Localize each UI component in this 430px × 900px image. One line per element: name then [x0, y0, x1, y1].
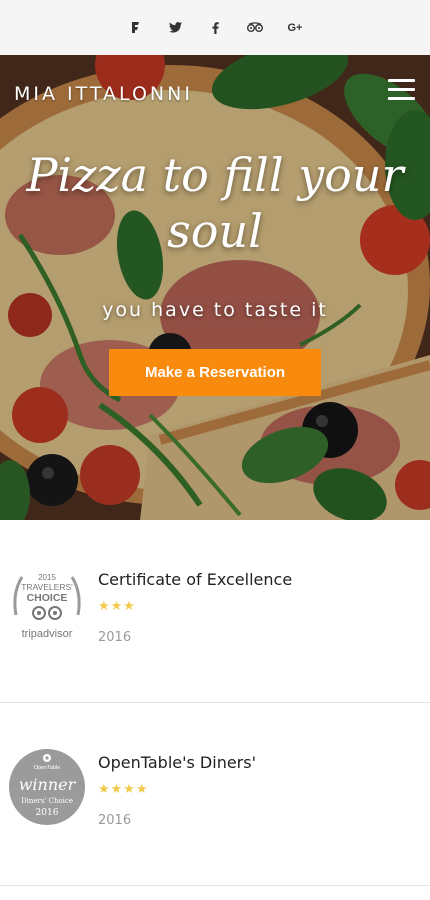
- svg-text:CHOICE: CHOICE: [27, 592, 68, 604]
- award-year: 2016: [98, 813, 132, 828]
- svg-text:Diners' Choice: Diners' Choice: [21, 797, 73, 805]
- facebook-icon[interactable]: [206, 19, 224, 37]
- tripadvisor-icon[interactable]: [246, 19, 264, 37]
- hero-subline: you have to taste it: [102, 299, 328, 321]
- star-rating: ★★★: [98, 598, 136, 613]
- svg-text:tripadvisor: tripadvisor: [22, 628, 73, 640]
- award-item-opentable: OpenTable winner Diners' Choice 2016 Ope…: [0, 703, 430, 886]
- foursquare-icon[interactable]: [126, 19, 144, 37]
- hamburger-menu-icon[interactable]: [388, 79, 415, 101]
- tripadvisor-travelers-choice-badge: 2015 TRAVELERS' CHOICE tripadvisor: [13, 573, 81, 640]
- twitter-icon[interactable]: [166, 19, 184, 37]
- award-title: OpenTable's Diners': [98, 753, 256, 772]
- hero-overlay: [0, 55, 430, 520]
- svg-text:OpenTable: OpenTable: [34, 765, 61, 771]
- social-bar: G+: [0, 0, 430, 56]
- svg-text:2015: 2015: [38, 573, 56, 582]
- hero-section: MIA ITTALONNI Pizza to fill your soul yo…: [0, 55, 430, 520]
- hero-headline: Pizza to fill your soul: [26, 148, 404, 258]
- svg-text:2016: 2016: [36, 808, 59, 818]
- award-title: Certificate of Excellence: [98, 570, 293, 589]
- make-reservation-button[interactable]: Make a Reservation: [109, 349, 321, 396]
- opentable-winner-badge: OpenTable winner Diners' Choice 2016: [9, 749, 85, 825]
- svg-text:winner: winner: [19, 775, 77, 794]
- brand-logo[interactable]: MIA ITTALONNI: [14, 83, 193, 105]
- award-year: 2016: [98, 630, 132, 645]
- svg-text:TRAVELERS': TRAVELERS': [21, 582, 73, 592]
- award-item-tripadvisor: 2015 TRAVELERS' CHOICE tripadvisor Certi…: [0, 520, 430, 703]
- star-rating: ★★★★: [98, 781, 149, 796]
- google-plus-icon[interactable]: G+: [286, 19, 304, 37]
